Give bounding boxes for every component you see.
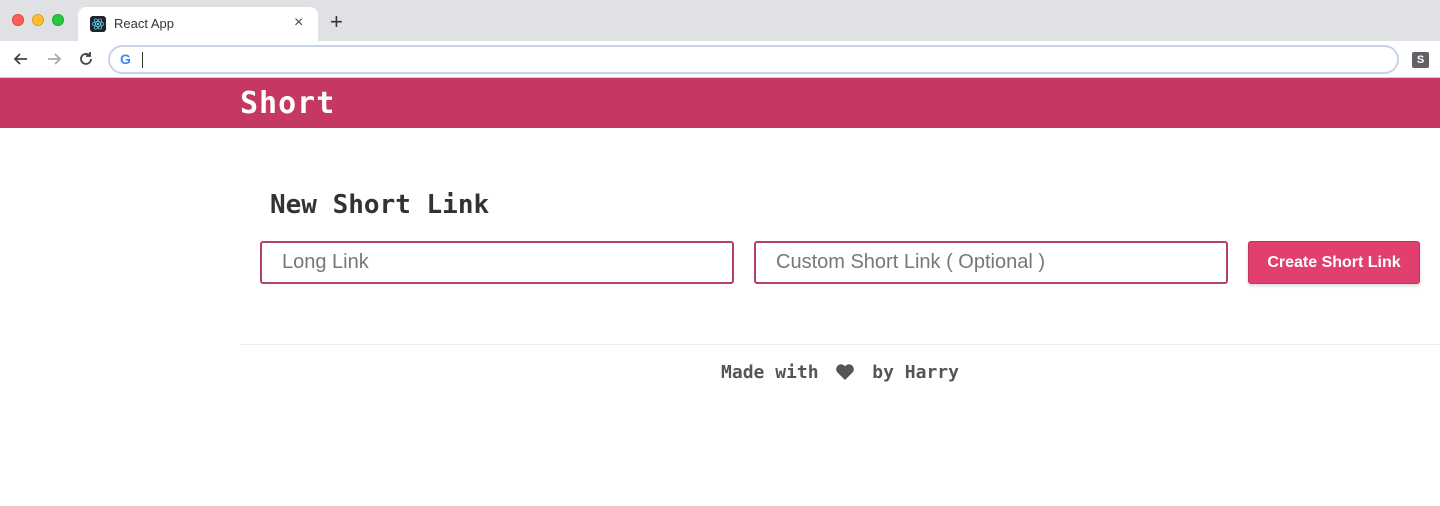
browser-tab[interactable]: React App × [78,7,318,41]
minimize-window-button[interactable] [32,14,44,26]
create-short-link-button[interactable]: Create Short Link [1248,241,1420,284]
custom-short-link-input[interactable] [754,241,1228,284]
extension-icon[interactable]: S [1412,52,1429,68]
footer: Made with by Harry [0,362,1440,386]
address-bar[interactable]: G [108,45,1399,74]
page-title: New Short Link [270,190,490,220]
back-arrow-icon[interactable] [11,49,31,69]
react-logo-icon [90,16,106,32]
text-caret [142,52,143,68]
footer-prefix: Made with [721,362,819,383]
reload-icon[interactable] [76,49,96,69]
heart-icon [835,363,855,386]
footer-divider [240,344,1440,345]
brand-logo[interactable]: Short [240,86,335,121]
browser-toolbar: G S [0,41,1440,78]
footer-author: by Harry [872,362,959,383]
zoom-window-button[interactable] [52,14,64,26]
tab-title: React App [114,16,174,31]
app-header: Short [0,78,1440,128]
tab-close-icon[interactable]: × [294,14,303,32]
forward-arrow-icon[interactable] [44,49,64,69]
google-icon: G [120,51,131,67]
long-link-input[interactable] [260,241,734,284]
new-tab-button[interactable]: + [330,11,343,33]
close-window-button[interactable] [12,14,24,26]
browser-tab-bar: React App × + [0,0,1440,41]
